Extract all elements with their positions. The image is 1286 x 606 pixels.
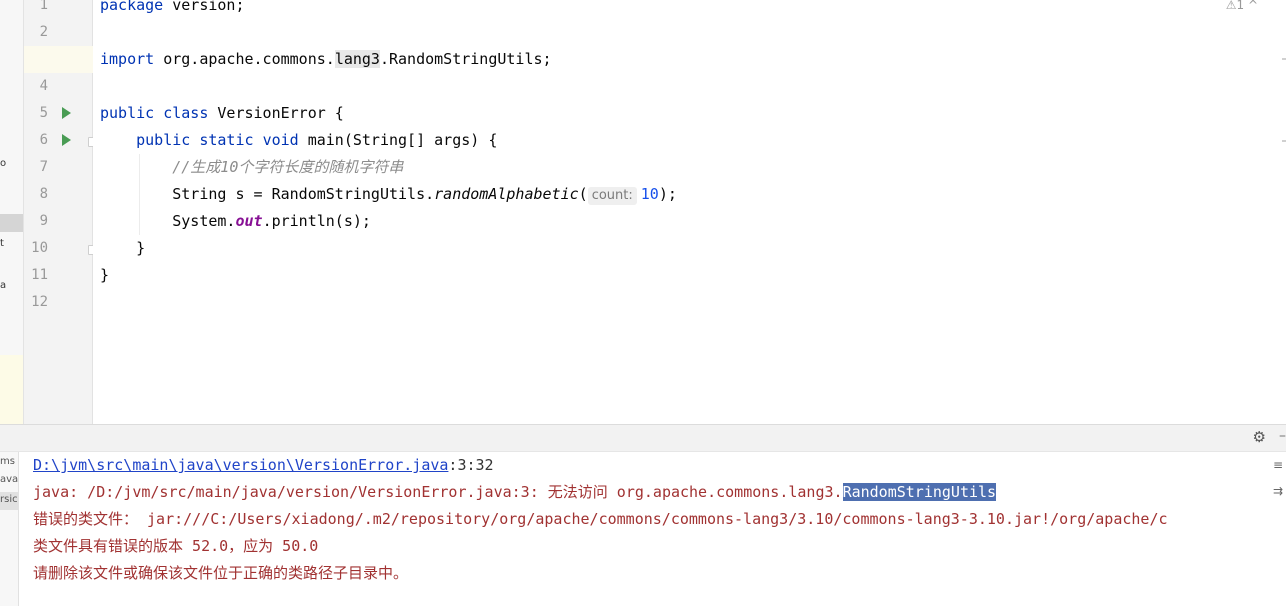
code-line-9: System.out.println(s); — [100, 208, 371, 235]
output-line: 类文件具有错误的版本 52.0，应为 50.0 — [33, 537, 319, 555]
project-tree-fragment: o — [0, 158, 7, 169]
code-text: System. — [172, 212, 236, 230]
build-tree-fragment[interactable]: ava — [0, 474, 18, 485]
line-number: 8 — [39, 186, 48, 202]
line-number: 12 — [31, 294, 48, 310]
line-number: 7 — [39, 159, 48, 175]
project-tree-fragment: a — [0, 280, 7, 291]
code-text: } — [100, 266, 110, 284]
code-editor[interactable]: package version; import org.apache.commo… — [93, 0, 1286, 424]
build-tree-fragment[interactable]: rsic — [0, 494, 18, 505]
static-field: out — [235, 212, 263, 230]
build-tree-strip: ms ava rsic — [0, 452, 19, 606]
keyword: void — [262, 131, 299, 149]
keyword: import — [100, 50, 155, 68]
code-text: main(String[] args) { — [298, 131, 498, 149]
build-tree-fragment[interactable]: ms — [0, 456, 15, 467]
build-tool-window-header: ⚙ – — [0, 424, 1286, 455]
output-line: 请删除该文件或确保该文件位于正确的类路径子目录中。 — [33, 564, 409, 582]
minus-icon[interactable]: – — [1279, 428, 1286, 444]
keyword: public — [100, 104, 155, 122]
line-number: 2 — [39, 24, 48, 40]
gear-icon[interactable]: ⚙ — [1253, 428, 1266, 446]
soft-wrap-icon[interactable]: ≡ — [1273, 458, 1283, 472]
editor-scroll-marks[interactable] — [1280, 0, 1286, 424]
build-output[interactable]: D:\jvm\src\main\java\version\VersionErro… — [33, 452, 1269, 606]
code-line-5: public class VersionError { — [100, 100, 344, 127]
line-number: 5 — [39, 105, 48, 121]
project-tree-highlight — [0, 355, 23, 424]
code-comment: //生成10个字符长度的随机字符串 — [172, 158, 404, 176]
line-number: 6 — [39, 132, 48, 148]
code-line-10: } — [100, 235, 145, 262]
build-output-toolbar: ≡ ⇉ — [1270, 452, 1286, 606]
code-text: ); — [658, 185, 677, 203]
code-text: version; — [163, 0, 245, 14]
code-text: .RandomStringUtils; — [379, 50, 552, 68]
code-line-11: } — [100, 262, 109, 289]
project-tree-selected-item[interactable] — [0, 214, 23, 232]
output-line: D:\jvm\src\main\java\version\VersionErro… — [33, 452, 494, 479]
code-line-3: import org.apache.commons.lang3.RandomSt… — [100, 46, 552, 73]
run-class-icon[interactable] — [62, 107, 71, 119]
selected-text: RandomStringUtils — [842, 483, 997, 501]
line-number: 9 — [39, 213, 48, 229]
keyword: public — [136, 131, 191, 149]
keyword: class — [163, 104, 209, 122]
line-number: 11 — [31, 267, 48, 283]
error-message: java: /D:/jvm/src/main/java/version/Vers… — [33, 483, 843, 501]
parameter-hint: count: — [587, 187, 637, 205]
code-text: String s = RandomStringUtils. — [172, 185, 435, 203]
number-literal: 10 — [640, 185, 659, 203]
code-text: } — [136, 239, 146, 257]
keyword: package — [100, 0, 164, 14]
static-method: randomAlphabetic — [434, 185, 579, 203]
code-line-1: package version; — [100, 0, 245, 19]
code-line-8: String s = RandomStringUtils.randomAlpha… — [100, 181, 677, 208]
keyword: static — [199, 131, 254, 149]
scroll-to-end-icon[interactable]: ⇉ — [1273, 484, 1283, 498]
code-line-6: public static void main(String[] args) { — [100, 127, 497, 154]
error-position: :3:32 — [448, 456, 494, 474]
output-line: java: /D:/jvm/src/main/java/version/Vers… — [33, 479, 997, 506]
code-line-7: //生成10个字符长度的随机字符串 — [100, 154, 403, 181]
code-text: .println(s); — [262, 212, 371, 230]
line-number: 4 — [39, 78, 48, 94]
output-line: 错误的类文件： jar:///C:/Users/xiadong/.m2/repo… — [33, 510, 1168, 528]
run-main-icon[interactable] — [62, 134, 71, 146]
code-text: ( — [578, 185, 588, 203]
line-number: 1 — [39, 0, 48, 13]
error-file-link[interactable]: D:\jvm\src\main\java\version\VersionErro… — [33, 456, 448, 474]
project-tree-fragment: t — [0, 238, 4, 249]
code-text: org.apache.commons. — [154, 50, 335, 68]
code-text: VersionError { — [208, 104, 344, 122]
line-number: 10 — [31, 240, 48, 256]
highlighted-identifier: lang3 — [334, 50, 380, 68]
project-tool-strip: o t a — [0, 0, 24, 424]
inspection-warning-indicator[interactable]: ⚠1 ^ — [1226, 0, 1258, 12]
